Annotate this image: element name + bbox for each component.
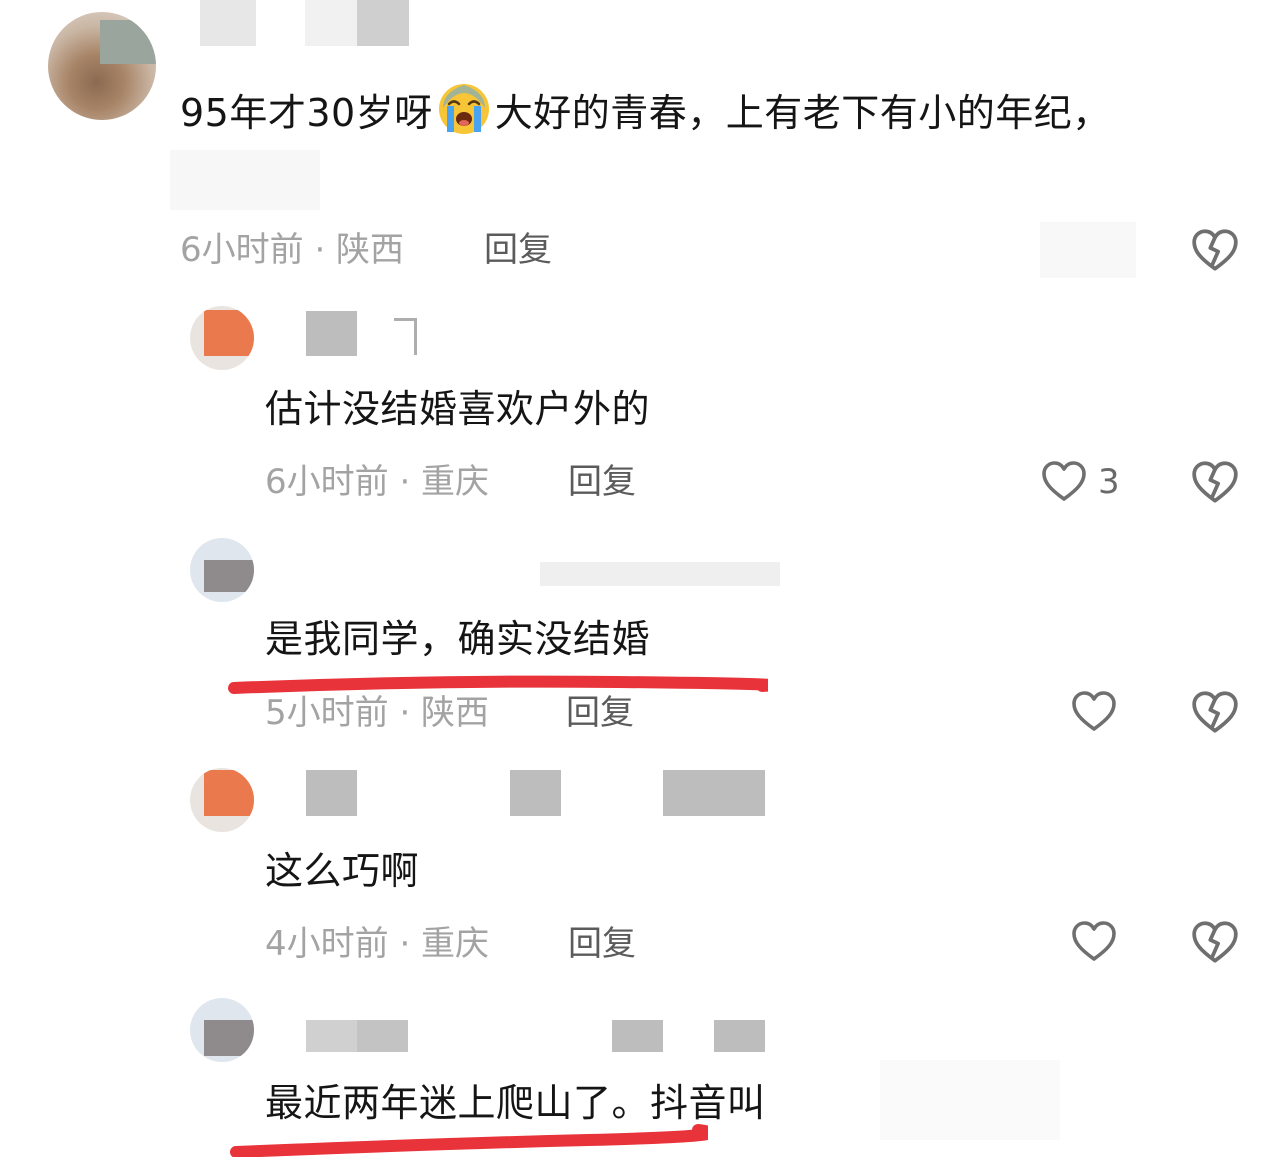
comment-text: 95年才30岁呀 大好的青春，上有老下有小的年纪， (180, 82, 1111, 136)
heart-outline-icon[interactable] (1070, 688, 1118, 736)
comment-text: 是我同学，确实没结婚 (265, 617, 651, 661)
like-count: 3 (1098, 462, 1120, 502)
username-mosaic (306, 1020, 357, 1052)
comment-meta: 6小时前 · 重庆 (265, 462, 490, 502)
avatar[interactable] (190, 306, 254, 370)
username-mosaic (305, 0, 357, 46)
text-mosaic (880, 1060, 1060, 1140)
reply-button[interactable]: 回复 (566, 693, 634, 733)
username-mosaic (510, 770, 561, 816)
comment-meta: 5小时前 · 陕西 (265, 693, 490, 733)
username-fragment (394, 318, 417, 355)
username-mosaic (306, 770, 357, 816)
username-mosaic (612, 1020, 663, 1052)
avatar[interactable] (190, 998, 254, 1062)
username-mosaic (540, 562, 780, 586)
broken-heart-icon[interactable] (1190, 918, 1240, 968)
reply-button[interactable]: 回复 (484, 230, 552, 270)
username-mosaic (357, 0, 409, 46)
reply-button[interactable]: 回复 (568, 924, 636, 964)
comment-text: 这么巧啊 (265, 849, 420, 893)
username-mosaic (200, 0, 256, 46)
reply-button[interactable]: 回复 (568, 462, 636, 502)
comment-text: 估计没结婚喜欢户外的 (265, 387, 651, 431)
avatar-mosaic (100, 20, 156, 64)
comment-text: 最近两年迷上爬山了。抖音叫 (265, 1081, 766, 1125)
comment-meta: 4小时前 · 重庆 (265, 924, 490, 964)
avatar[interactable] (190, 538, 254, 602)
username-mosaic (357, 1020, 408, 1052)
broken-heart-icon[interactable] (1190, 688, 1240, 738)
avatar[interactable] (190, 768, 254, 832)
heart-outline-icon[interactable] (1070, 918, 1118, 966)
avatar[interactable] (48, 12, 156, 120)
text-mosaic (170, 150, 320, 210)
like-area-mosaic (1040, 222, 1136, 278)
heart-outline-icon[interactable] (1040, 458, 1088, 506)
broken-heart-icon[interactable] (1190, 226, 1240, 276)
broken-heart-icon[interactable] (1190, 458, 1240, 508)
username-mosaic (714, 1020, 765, 1052)
username-mosaic (306, 311, 357, 356)
comment-meta: 6小时前 · 陕西 (180, 230, 405, 270)
username-mosaic (663, 770, 765, 816)
loudly-crying-face-emoji-icon (438, 84, 489, 134)
